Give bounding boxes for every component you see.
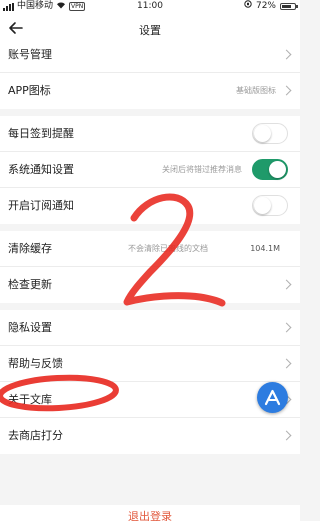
help-feedback-row[interactable]: 帮助与反馈 xyxy=(0,346,300,382)
settings-section-notifications: 每日签到提醒 系统通知设置 关闭后将错过推荐消息 开启订阅通知 xyxy=(0,116,300,224)
status-bar: 中国移动 VPN 11:00 72% xyxy=(0,0,300,13)
toggle-knob xyxy=(254,197,271,214)
row-label: 清除缓存 xyxy=(8,242,52,255)
chevron-right-icon xyxy=(281,358,292,369)
settings-section-storage: 清除缓存 不会清除已离线的文档 104.1M 检查更新 xyxy=(0,231,300,303)
cache-size: 104.1M xyxy=(250,244,280,253)
toggle-knob xyxy=(254,125,271,142)
chevron-right-icon xyxy=(281,322,292,333)
chevron-right-icon xyxy=(281,49,292,60)
row-label: 系统通知设置 xyxy=(8,163,74,176)
row-label: 帮助与反馈 xyxy=(8,357,63,370)
row-value: 基础版图标 xyxy=(236,86,276,95)
system-notification-row: 系统通知设置 关闭后将错过推荐消息 xyxy=(0,152,300,188)
floating-assistant-button[interactable] xyxy=(257,382,288,413)
row-label: 每日签到提醒 xyxy=(8,127,74,140)
clear-cache-row[interactable]: 清除缓存 不会清除已离线的文档 104.1M xyxy=(0,231,300,267)
account-management-row[interactable]: 账号管理 xyxy=(0,37,300,73)
row-label: APP图标 xyxy=(8,84,51,97)
settings-section-about: 隐私设置 帮助与反馈 关于文库 去商店打分 xyxy=(0,310,300,454)
battery-fill xyxy=(282,5,291,8)
row-label: 关于文库 xyxy=(8,393,52,406)
app-icon-row[interactable]: APP图标 基础版图标 xyxy=(0,73,300,109)
settings-section-account: 账号管理 APP图标 基础版图标 xyxy=(0,37,300,109)
toggle-knob xyxy=(269,161,286,178)
subscription-notification-toggle[interactable] xyxy=(252,195,288,216)
check-update-row[interactable]: 检查更新 xyxy=(0,267,300,303)
chevron-right-icon xyxy=(281,279,292,290)
settings-list: 账号管理 APP图标 基础版图标 每日签到提醒 系统通知设置 关闭后将错过推荐消… xyxy=(0,37,300,461)
rate-app-row[interactable]: 去商店打分 xyxy=(0,418,300,454)
row-label: 开启订阅通知 xyxy=(8,199,74,212)
row-label: 去商店打分 xyxy=(8,429,63,442)
assistant-logo-icon xyxy=(264,389,281,406)
row-hint: 不会清除已离线的文档 xyxy=(128,244,208,253)
system-notification-toggle[interactable] xyxy=(252,159,288,180)
daily-checkin-row: 每日签到提醒 xyxy=(0,116,300,152)
row-label: 账号管理 xyxy=(8,48,52,61)
status-right: 72% xyxy=(244,0,298,13)
page-title: 设置 xyxy=(139,24,161,37)
logout-button[interactable]: 退出登录 xyxy=(0,505,300,521)
chevron-right-icon xyxy=(281,85,292,96)
subscription-notification-row: 开启订阅通知 xyxy=(0,188,300,224)
daily-checkin-toggle[interactable] xyxy=(252,123,288,144)
row-label: 检查更新 xyxy=(8,278,52,291)
row-label: 隐私设置 xyxy=(8,321,52,334)
privacy-settings-row[interactable]: 隐私设置 xyxy=(0,310,300,346)
orientation-lock-icon xyxy=(244,0,252,13)
row-hint: 关闭后将错过推荐消息 xyxy=(162,165,242,174)
battery-icon xyxy=(280,3,298,10)
about-row[interactable]: 关于文库 xyxy=(0,382,300,418)
chevron-right-icon xyxy=(281,430,292,441)
battery-percent: 72% xyxy=(255,1,276,11)
